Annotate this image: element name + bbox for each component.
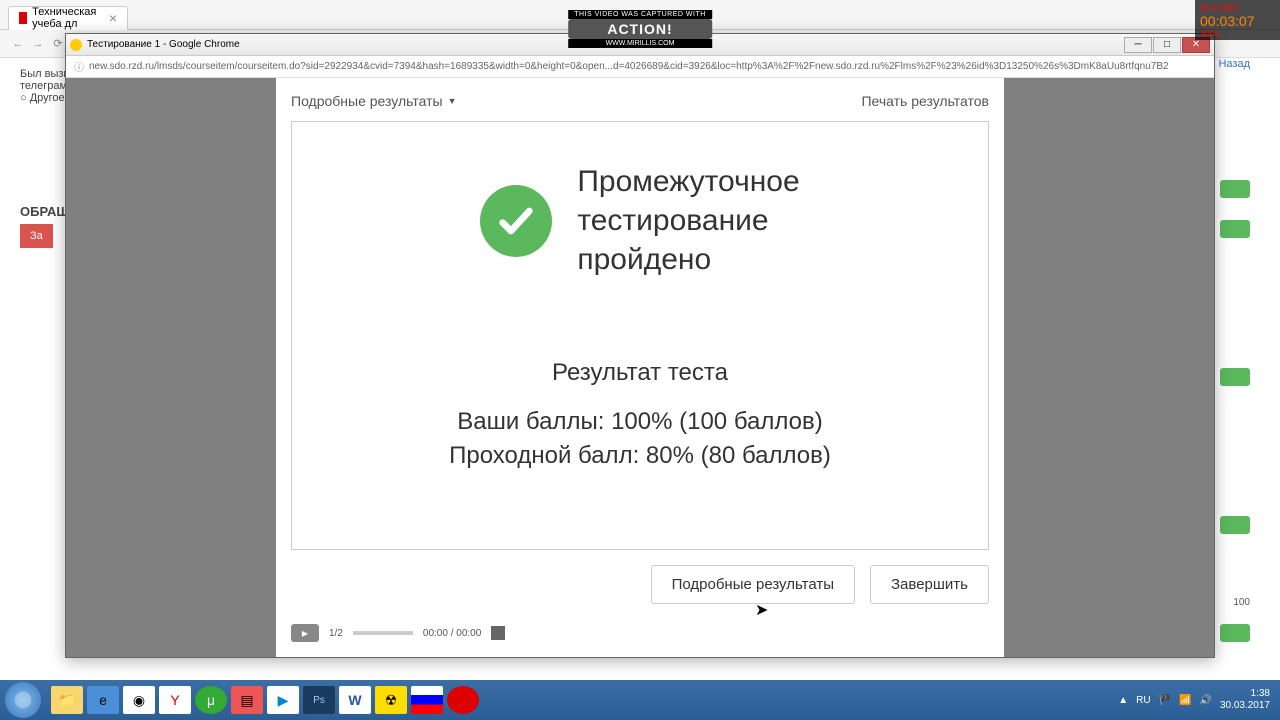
tab-favicon (19, 12, 27, 24)
right-gray-panel (1004, 78, 1214, 657)
clock[interactable]: 1:38 30.03.2017 (1220, 688, 1270, 712)
browser-tab[interactable]: Техническая учеба дл × (8, 6, 128, 30)
yandex-icon[interactable]: Y (159, 686, 191, 714)
print-results-link[interactable]: Печать результатов (861, 93, 989, 109)
back-icon[interactable]: ← (8, 38, 28, 50)
windows-taskbar: 📁 e ◉ Y μ ▤ ▶ Ps W ☢ ▲ RU 🏴 📶 🔊 1:38 30.… (0, 680, 1280, 720)
success-check-icon (480, 185, 552, 257)
green-button[interactable] (1220, 180, 1250, 198)
bg-green-buttons (1220, 158, 1250, 664)
popup-address-bar[interactable]: ⓘ new.sdo.rzd.ru/lmsds/courseitem/course… (66, 56, 1214, 78)
detailed-results-button[interactable]: Подробные результаты (651, 565, 855, 604)
media-controls: ▶ 1/2 00:00 / 00:00 (276, 619, 1004, 647)
ie-icon[interactable]: e (87, 686, 119, 714)
fullscreen-button[interactable] (491, 626, 505, 640)
back-link[interactable]: Назад (1218, 58, 1250, 70)
photoshop-icon[interactable]: Ps (303, 686, 335, 714)
minimize-button[interactable]: ─ (1124, 37, 1152, 53)
progress-bar[interactable] (353, 631, 413, 635)
recording-watermark: THIS VIDEO WAS CAPTURED WITH ACTION! WWW… (568, 10, 712, 48)
page-indicator: 1/2 (329, 628, 343, 639)
play-button[interactable]: ▶ (291, 624, 319, 642)
tab-title: Техническая учеба дл (32, 6, 109, 30)
volume-icon[interactable]: 🔊 (1199, 695, 1211, 706)
your-score: Ваши баллы: 100% (100 баллов) (322, 405, 958, 439)
chrome-icon[interactable]: ◉ (123, 686, 155, 714)
radiation-icon[interactable]: ☢ (375, 686, 407, 714)
result-box: Промежуточное тестирование пройдено Резу… (291, 121, 989, 550)
left-gray-panel (66, 78, 276, 657)
lang-indicator[interactable]: RU (1136, 695, 1150, 706)
word-icon[interactable]: W (339, 686, 371, 714)
info-icon: ⓘ (74, 59, 84, 74)
action-icon[interactable] (447, 686, 479, 714)
bg-red-button[interactable]: За (20, 224, 53, 248)
app-icon[interactable]: ▤ (231, 686, 263, 714)
network-icon[interactable]: 📶 (1179, 695, 1191, 706)
green-button[interactable] (1220, 368, 1250, 386)
tab-close-icon[interactable]: × (109, 10, 117, 26)
test-result-content: Подробные результаты ▼ Печать результато… (276, 78, 1004, 657)
green-button[interactable] (1220, 220, 1250, 238)
tray-arrow-icon[interactable]: ▲ (1118, 695, 1128, 706)
window-title: Тестирование 1 - Google Chrome (87, 39, 240, 50)
ru-flag-icon[interactable] (411, 686, 443, 714)
flag-icon[interactable]: 🏴 (1159, 695, 1171, 706)
system-tray[interactable]: ▲ RU 🏴 📶 🔊 1:38 30.03.2017 (1118, 688, 1275, 712)
chrome-icon (70, 39, 82, 51)
finish-button[interactable]: Завершить (870, 565, 989, 604)
wmp-icon[interactable]: ▶ (267, 686, 299, 714)
maximize-button[interactable]: □ (1153, 37, 1181, 53)
passing-score: Проходной балл: 80% (80 баллов) (322, 439, 958, 473)
caret-down-icon: ▼ (448, 96, 457, 106)
detailed-results-dropdown[interactable]: Подробные результаты ▼ (291, 93, 457, 109)
result-title: Результат теста (322, 359, 958, 387)
forward-icon: → (28, 38, 48, 50)
media-time: 00:00 / 00:00 (423, 628, 481, 639)
popup-window: Тестирование 1 - Google Chrome ─ □ ✕ ⓘ n… (65, 33, 1215, 658)
utorrent-icon[interactable]: μ (195, 686, 227, 714)
green-button[interactable] (1220, 516, 1250, 534)
start-button[interactable] (5, 682, 41, 718)
popup-url: new.sdo.rzd.ru/lmsds/courseitem/courseit… (89, 61, 1169, 72)
percent-value: 100 (1233, 597, 1250, 630)
recorder-overlay: 05 ● REC 00:03:07 2001 (1195, 0, 1280, 40)
explorer-icon[interactable]: 📁 (51, 686, 83, 714)
test-passed-text: Промежуточное тестирование пройдено (577, 162, 799, 279)
